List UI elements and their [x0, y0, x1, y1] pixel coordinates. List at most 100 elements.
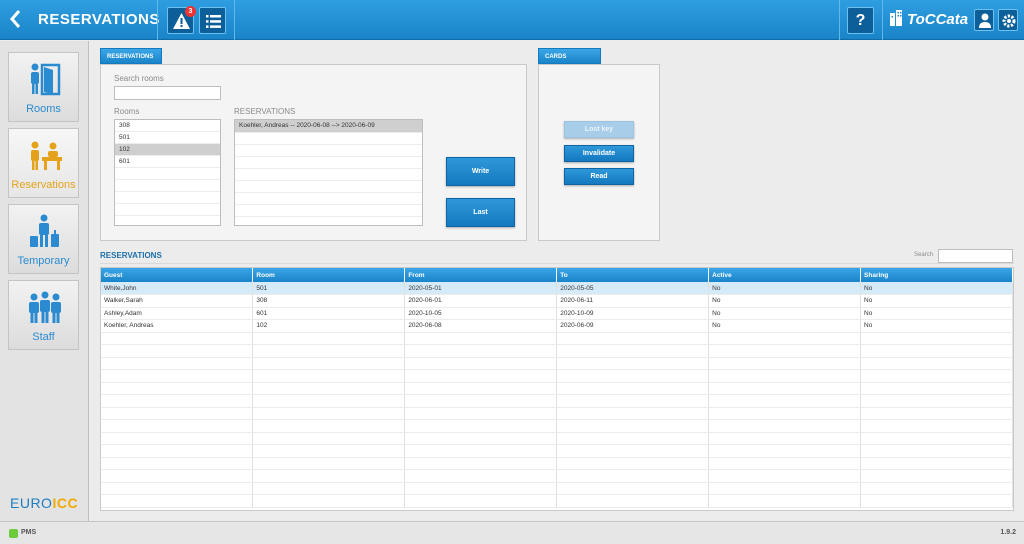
table-cell: 2020-06-11	[556, 294, 710, 308]
table-cell-empty	[708, 444, 862, 458]
back-button[interactable]	[8, 8, 28, 32]
traveler-luggage-icon	[30, 214, 59, 247]
alerts-button[interactable]: 3	[167, 6, 196, 34]
table-cell: No	[860, 294, 1013, 308]
table-cell-empty	[860, 494, 1013, 508]
table-cell: No	[860, 307, 1013, 320]
room-reservations-list[interactable]: Koehler, Andreas -- 2020-06-08 --> 2020-…	[234, 119, 423, 226]
reception-desk-icon	[31, 141, 62, 170]
table-row-empty	[101, 419, 1013, 433]
column-header-sharing[interactable]: Sharing	[860, 268, 1013, 282]
table-row-empty	[101, 407, 1013, 420]
table-row[interactable]: Walker,Sarah 308 2020-06-01 2020-06-11 No No	[101, 294, 1013, 308]
table-cell: 308	[252, 294, 406, 308]
table-cell-empty	[708, 407, 862, 420]
table-cell-empty	[556, 444, 710, 458]
table-cell-empty	[708, 419, 862, 433]
search-rooms-input[interactable]	[114, 86, 221, 100]
table-row[interactable]: Koehler, Andreas 102 2020-06-08 2020-06-09 N…	[101, 319, 1013, 333]
list-item-empty	[235, 145, 422, 157]
sidebar-item-staff[interactable]: Staff	[8, 280, 79, 350]
table-cell: No	[708, 307, 862, 320]
table-cell-empty	[708, 394, 862, 408]
column-header-active[interactable]: Active	[708, 268, 862, 282]
table-row-empty	[101, 357, 1013, 370]
table-row-empty	[101, 369, 1013, 383]
table-cell: 2020-06-08	[404, 319, 558, 333]
cards-panel: Lost key Invalidate Read	[538, 64, 660, 241]
table-cell: No	[708, 294, 862, 308]
table-cell-empty	[556, 407, 710, 420]
header-divider	[157, 0, 158, 40]
table-row-empty	[101, 482, 1013, 495]
table-cell-empty	[404, 432, 558, 445]
column-header-room[interactable]: Room	[252, 268, 406, 282]
rooms-list[interactable]: 308 501 102 601	[114, 119, 221, 226]
table-header-row: Guest Room From To Active Sharing	[101, 268, 1013, 282]
table-row-empty	[101, 444, 1013, 458]
table-cell-empty	[404, 457, 558, 470]
user-button[interactable]	[974, 9, 994, 31]
table-cell-empty	[404, 332, 558, 345]
table-cell-empty	[860, 444, 1013, 458]
sidebar-item-temporary[interactable]: Temporary	[8, 204, 79, 274]
table-cell-empty	[860, 469, 1013, 483]
help-button[interactable]: ?	[847, 7, 874, 34]
list-button[interactable]	[199, 7, 226, 34]
read-button[interactable]: Read	[564, 168, 634, 185]
list-item[interactable]: 601	[115, 156, 220, 168]
list-item[interactable]: Koehler, Andreas -- 2020-06-08 --> 2020-…	[235, 120, 422, 133]
list-item-empty	[235, 169, 422, 181]
table-cell-empty	[860, 369, 1013, 383]
list-item[interactable]: 102	[115, 144, 220, 156]
table-cell-empty	[252, 419, 406, 433]
list-icon	[206, 15, 221, 28]
table-cell-empty	[404, 394, 558, 408]
table-cell-empty	[101, 494, 254, 508]
brand-name: ToCCata	[907, 11, 969, 28]
table-cell-empty	[101, 394, 254, 408]
tab-cards[interactable]: CARDS	[538, 48, 601, 64]
column-header-from[interactable]: From	[404, 268, 558, 282]
table-cell: Walker,Sarah	[101, 294, 254, 308]
table-cell: 2020-10-09	[556, 307, 710, 320]
table-cell-empty	[404, 357, 558, 370]
table-cell: No	[708, 282, 862, 295]
table-cell-empty	[404, 407, 558, 420]
table-cell-empty	[708, 382, 862, 395]
search-input[interactable]	[938, 249, 1013, 263]
table-row-empty	[101, 344, 1013, 358]
staff-group-icon	[29, 291, 61, 323]
table-cell-empty	[252, 457, 406, 470]
table-row[interactable]: Ashley,Adam 601 2020-10-05 2020-10-09 No No	[101, 307, 1013, 320]
write-button[interactable]: Write	[446, 157, 515, 186]
list-item[interactable]: 308	[115, 120, 220, 132]
invalidate-button[interactable]: Invalidate	[564, 145, 634, 162]
reservations-table: Guest Room From To Active Sharing White,…	[100, 267, 1014, 511]
tab-reservations[interactable]: RESERVATIONS	[100, 48, 162, 64]
sidebar-item-rooms[interactable]: Rooms	[8, 52, 79, 122]
table-row-empty	[101, 457, 1013, 470]
column-header-to[interactable]: To	[556, 268, 710, 282]
table-cell-empty	[252, 482, 406, 495]
version-label: 1.9.2	[1000, 529, 1016, 536]
list-item[interactable]: 501	[115, 132, 220, 144]
table-cell-empty	[556, 432, 710, 445]
column-header-guest[interactable]: Guest	[101, 268, 254, 282]
table-cell-empty	[404, 444, 558, 458]
settings-button[interactable]	[998, 9, 1018, 31]
table-cell-empty	[860, 357, 1013, 370]
logo-part-icc: ICC	[52, 495, 79, 511]
table-cell-empty	[252, 332, 406, 345]
table-row[interactable]: White,John 501 2020-05-01 2020-05-05 No No	[101, 282, 1013, 295]
header-divider	[882, 0, 883, 40]
table-cell-empty	[556, 469, 710, 483]
last-button[interactable]: Last	[446, 198, 515, 227]
sidebar-item-reservations[interactable]: Reservations	[8, 128, 79, 198]
table-cell-empty	[404, 419, 558, 433]
table-cell-empty	[708, 344, 862, 358]
page-title: RESERVATIONS	[38, 11, 160, 28]
rooms-label: Rooms	[114, 107, 140, 116]
lost-key-button[interactable]: Lost key	[564, 121, 634, 138]
table-cell-empty	[404, 482, 558, 495]
